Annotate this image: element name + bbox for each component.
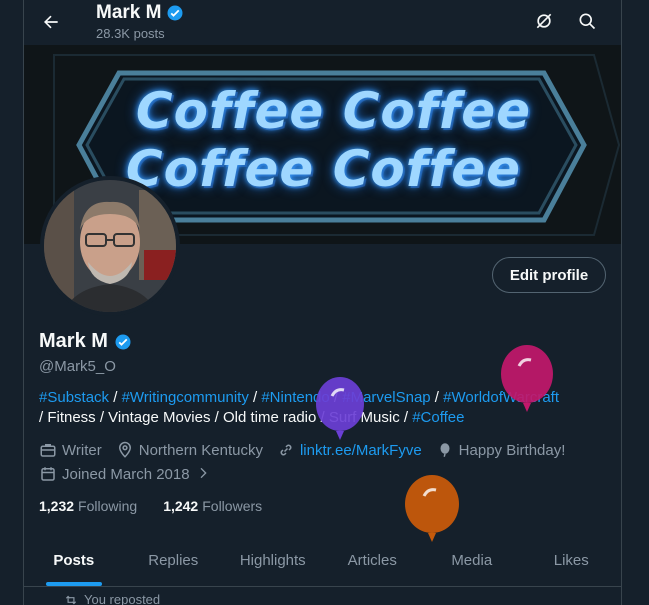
reposted-text: You reposted: [84, 592, 161, 605]
calendar-icon: [39, 465, 57, 483]
briefcase-icon: [39, 441, 57, 459]
header-posts-count: 28.3K posts: [96, 26, 165, 41]
bio-separator: /: [248, 389, 262, 406]
bio-separator: /: [430, 389, 444, 406]
birthday-item: Happy Birthday!: [436, 441, 566, 459]
following-link[interactable]: 1,232 Following: [39, 498, 137, 514]
back-arrow-icon: [44, 15, 58, 29]
profile-name-text: Mark M: [39, 330, 108, 352]
tab-posts[interactable]: Posts: [24, 535, 124, 586]
grok-icon: [536, 13, 552, 29]
tab-highlights[interactable]: Highlights: [223, 535, 323, 586]
tab-replies[interactable]: Replies: [124, 535, 224, 586]
balloon-purple-icon: [316, 377, 364, 440]
joined-item[interactable]: Joined March 2018: [39, 465, 213, 483]
search-button[interactable]: [574, 8, 600, 34]
profession-text: Writer: [62, 441, 102, 459]
repost-icon: [65, 595, 77, 604]
back-button[interactable]: [36, 7, 66, 37]
search-icon: [579, 13, 596, 30]
profile-column: Mark M 28.3K posts Coffee Coffee Coffee …: [23, 0, 622, 605]
bio-separator: /: [109, 389, 122, 406]
hashtag-writingcommunity[interactable]: #Writingcommunity: [122, 389, 249, 406]
tab-likes[interactable]: Likes: [522, 535, 622, 586]
banner-text-line1: Coffee Coffee: [135, 82, 532, 140]
edit-profile-button[interactable]: Edit profile: [492, 257, 606, 293]
follow-stats: 1,232 Following 1,242 Followers: [39, 498, 262, 514]
top-bar: Mark M 28.3K posts: [24, 0, 621, 45]
grok-button[interactable]: [531, 8, 557, 34]
location-text: Northern Kentucky: [138, 441, 263, 459]
profile-name: Mark M: [39, 330, 132, 353]
following-count: 1,232: [39, 498, 75, 514]
header-name-text: Mark M: [96, 2, 162, 23]
avatar-photo: [44, 180, 176, 312]
hashtag-substack[interactable]: #Substack: [39, 389, 109, 406]
following-label: Following: [78, 498, 138, 514]
header-name: Mark M: [96, 2, 184, 24]
balloon-magenta-icon: [501, 345, 553, 412]
followers-count: 1,242: [163, 498, 199, 514]
joined-text: Joined March 2018: [62, 465, 190, 483]
chevron-right-icon: [195, 465, 213, 483]
verified-badge-icon: [166, 4, 184, 22]
profile-tabs: Posts Replies Highlights Articles Media …: [24, 535, 621, 587]
verified-badge-icon[interactable]: [114, 333, 132, 351]
balloon-icon: [436, 441, 454, 459]
joined-row[interactable]: Joined March 2018: [39, 465, 227, 483]
profession-item: Writer: [39, 441, 102, 459]
followers-link[interactable]: 1,242 Followers: [163, 498, 262, 514]
location-pin-icon: [116, 441, 134, 459]
link-icon: [277, 441, 295, 459]
reposted-indicator: You reposted: [64, 592, 160, 605]
balloon-orange-icon: [405, 475, 459, 542]
profile-handle: @Mark5_O: [39, 358, 116, 375]
location-item: Northern Kentucky: [116, 441, 263, 459]
birthday-text: Happy Birthday!: [458, 441, 566, 459]
followers-label: Followers: [202, 498, 263, 514]
profile-avatar[interactable]: [40, 176, 180, 316]
profile-meta-row: Writer Northern Kentucky linktr.ee/MarkF…: [39, 441, 579, 459]
hashtag-coffee[interactable]: #Coffee: [412, 409, 464, 426]
